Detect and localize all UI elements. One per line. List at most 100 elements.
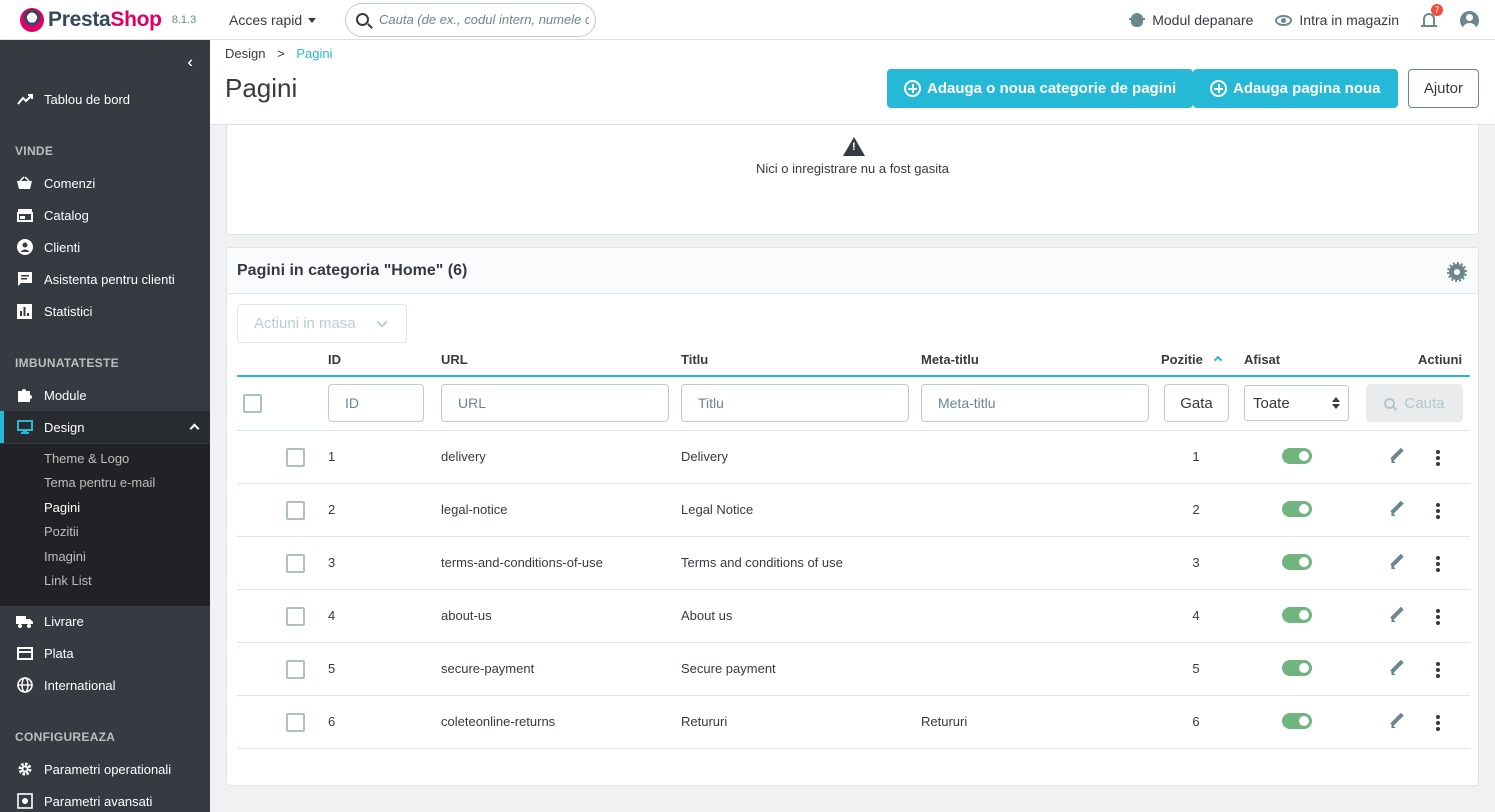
user-icon[interactable] [1460, 10, 1479, 30]
position-done-button[interactable]: Gata [1164, 384, 1229, 422]
more-vert-icon[interactable] [1436, 503, 1440, 519]
submenu-pages[interactable]: Pagini [44, 500, 80, 515]
cell-url[interactable]: legal-notice [441, 502, 508, 517]
sidebar-item-design[interactable]: Design [0, 411, 210, 443]
cell-id: 6 [328, 714, 336, 729]
filter-title-input[interactable] [681, 384, 909, 422]
brand-logo[interactable]: PrestaShop 8.1.3 [20, 7, 210, 32]
cell-position[interactable]: 4 [1186, 608, 1206, 623]
filter-id-input[interactable] [328, 384, 424, 422]
cell-position[interactable]: 6 [1186, 714, 1206, 729]
row-checkbox[interactable] [286, 607, 305, 626]
sidebar-item-label: Parametri operationali [44, 761, 172, 777]
more-vert-icon[interactable] [1436, 609, 1440, 625]
row-checkbox[interactable] [286, 660, 305, 679]
column-header-title[interactable]: Titlu [681, 352, 708, 367]
cell-url[interactable]: secure-payment [441, 661, 534, 676]
filter-url-input[interactable] [441, 384, 669, 422]
breadcrumb-current[interactable]: Pagini [296, 46, 332, 61]
edit-icon[interactable] [1389, 660, 1405, 676]
column-header-id[interactable]: ID [328, 352, 341, 367]
quick-access-dropdown[interactable]: Acces rapid [229, 12, 325, 28]
sidebar-item-customers[interactable]: Clienti [0, 231, 210, 263]
breadcrumb-parent[interactable]: Design [225, 46, 265, 61]
cell-title[interactable]: Legal Notice [681, 502, 753, 517]
sidebar-item-modules[interactable]: Module [0, 379, 210, 411]
column-header-display[interactable]: Afisat [1244, 352, 1280, 367]
filter-meta-title-input[interactable] [921, 384, 1149, 422]
submenu-theme-logo[interactable]: Theme & Logo [44, 451, 129, 466]
view-shop-link[interactable]: Intra in magazin [1275, 12, 1399, 28]
display-toggle[interactable] [1282, 554, 1312, 570]
edit-icon[interactable] [1389, 713, 1405, 729]
row-checkbox[interactable] [286, 448, 305, 467]
row-checkbox[interactable] [286, 554, 305, 573]
brand-name: PrestaShop [48, 7, 162, 31]
cell-position[interactable]: 3 [1186, 555, 1206, 570]
filter-search-button[interactable]: Cauta [1366, 384, 1463, 422]
column-header-url[interactable]: URL [441, 352, 468, 367]
more-vert-icon[interactable] [1436, 556, 1440, 572]
sidebar-item-label: Parametri avansati [44, 793, 153, 809]
edit-icon[interactable] [1389, 607, 1405, 623]
edit-icon[interactable] [1389, 554, 1405, 570]
submenu-images[interactable]: Imagini [44, 549, 86, 564]
search-icon [1384, 397, 1396, 409]
column-header-position[interactable]: Pozitie [1161, 352, 1223, 367]
bulk-actions-dropdown[interactable]: Actiuni in masa [237, 304, 407, 343]
cell-url[interactable]: about-us [441, 608, 492, 623]
help-button[interactable]: Ajutor [1407, 69, 1479, 108]
header-search[interactable] [345, 2, 596, 37]
search-input[interactable] [379, 12, 589, 27]
cell-position[interactable]: 5 [1186, 661, 1206, 676]
debug-mode-link[interactable]: Modul depanare [1129, 12, 1253, 28]
submenu-email-theme[interactable]: Tema pentru e-mail [44, 475, 155, 490]
display-toggle[interactable] [1282, 448, 1312, 464]
cell-title[interactable]: About us [681, 608, 732, 623]
cell-title[interactable]: Secure payment [681, 661, 776, 676]
display-toggle[interactable] [1282, 501, 1312, 517]
submenu-link-list[interactable]: Link List [44, 573, 92, 588]
sort-asc-icon[interactable] [1213, 355, 1223, 365]
sidebar-item-payment[interactable]: Plata [0, 637, 210, 669]
display-toggle[interactable] [1282, 660, 1312, 676]
sidebar-item-advanced-parameters[interactable]: Parametri avansati [0, 785, 210, 812]
sidebar-item-stats[interactable]: Statistici [0, 295, 210, 327]
sidebar-item-shop-parameters[interactable]: Parametri operationali [0, 753, 210, 785]
cell-url[interactable]: terms-and-conditions-of-use [441, 555, 603, 570]
submenu-positions[interactable]: Pozitii [44, 524, 79, 539]
sidebar-item-dashboard[interactable]: Tablou de bord [0, 83, 210, 115]
add-page-button[interactable]: Adauga pagina noua [1193, 69, 1398, 108]
row-checkbox[interactable] [286, 501, 305, 520]
sidebar-item-label: Comenzi [44, 175, 96, 191]
cell-position[interactable]: 1 [1186, 449, 1206, 464]
cell-url[interactable]: coleteonline-returns [441, 714, 555, 729]
collapse-sidebar-icon[interactable]: ‹‹ [187, 54, 191, 72]
add-category-button[interactable]: Adauga o noua categorie de pagini [887, 69, 1194, 108]
top-header: PrestaShop 8.1.3 Acces rapid Modul depan… [0, 0, 1495, 40]
column-header-meta-title[interactable]: Meta-titlu [921, 352, 979, 367]
cell-title[interactable]: Retururi [681, 714, 727, 729]
sidebar-item-shipping[interactable]: Livrare [0, 605, 210, 637]
select-all-checkbox[interactable] [243, 394, 262, 413]
sidebar-item-international[interactable]: International [0, 669, 210, 701]
more-vert-icon[interactable] [1436, 662, 1440, 678]
row-checkbox[interactable] [286, 713, 305, 732]
sidebar-item-customer-service[interactable]: Asistenta pentru clienti [0, 263, 210, 295]
gear-icon[interactable] [1447, 262, 1467, 282]
more-vert-icon[interactable] [1436, 450, 1440, 466]
more-vert-icon[interactable] [1436, 715, 1440, 731]
display-filter-select[interactable]: Toate [1244, 385, 1349, 421]
notifications-button[interactable]: 7 [1421, 4, 1443, 28]
cell-title[interactable]: Terms and conditions of use [681, 555, 843, 570]
display-toggle[interactable] [1282, 607, 1312, 623]
sidebar-item-catalog[interactable]: Catalog [0, 199, 210, 231]
cell-position[interactable]: 2 [1186, 502, 1206, 517]
sidebar-item-orders[interactable]: Comenzi [0, 167, 210, 199]
cell-url[interactable]: delivery [441, 449, 486, 464]
cell-title[interactable]: Delivery [681, 449, 728, 464]
edit-icon[interactable] [1389, 448, 1405, 464]
display-toggle[interactable] [1282, 713, 1312, 729]
store-icon [16, 207, 33, 224]
edit-icon[interactable] [1389, 501, 1405, 517]
